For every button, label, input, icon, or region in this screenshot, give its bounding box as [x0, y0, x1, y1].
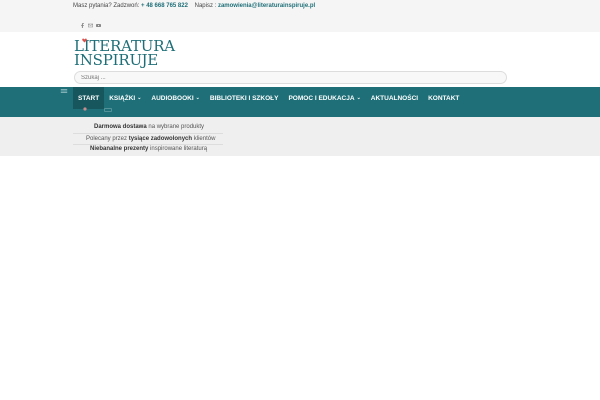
- nav-item-start[interactable]: START: [73, 87, 105, 109]
- site-header: LITERATURA INSPIRUJE: [0, 32, 600, 87]
- usp-bold: tysiące zadowolonych: [128, 136, 193, 142]
- facebook-icon[interactable]: [80, 23, 85, 28]
- chevron-down-icon: ⌄: [137, 95, 142, 101]
- usp-pre: Polecany przez: [86, 136, 129, 142]
- nav-item-pomoc-i-edukacja[interactable]: POMOC I EDUKACJA ⌄: [283, 87, 365, 109]
- contact-question: Masz pytania? Zadzwoń:: [73, 3, 140, 9]
- email-link[interactable]: zamowienia@literaturainspiruje.pl: [218, 3, 315, 9]
- nav-item-label: KONTAKT: [428, 94, 460, 102]
- nav-item-label: POMOC I EDUKACJA: [288, 94, 355, 102]
- nav-item-aktualności[interactable]: AKTUALNOŚCI: [366, 87, 423, 109]
- heart-icon: [82, 38, 87, 43]
- social-links: [80, 23, 101, 28]
- nav-item-label: START: [78, 94, 100, 102]
- nav-item-label: BIBLIOTEKI I SZKOŁY: [209, 94, 279, 102]
- pin-icon: [83, 107, 87, 111]
- youtube-icon[interactable]: [96, 23, 101, 28]
- nav-item-książki[interactable]: KSIĄŻKI ⌄: [104, 87, 146, 109]
- nav-item-label: KSIĄŻKI: [109, 94, 136, 102]
- nav-items: START KSIĄŻKI ⌄ AUDIOBOOKI ⌄ BIBLIOTEKI I SZK…: [73, 87, 464, 109]
- nav-item-kontakt[interactable]: KONTAKT: [423, 87, 464, 109]
- usp-text: inspirowane literaturą: [148, 146, 208, 152]
- usp-item: Darmowa dostawa na wybrane produkty: [94, 124, 204, 130]
- usp-text: klientów: [192, 136, 216, 142]
- logo-line-2: INSPIRUJE: [74, 51, 159, 69]
- usp-bold: Darmowa dostawa: [94, 124, 147, 130]
- usp-divider: [73, 144, 223, 145]
- main-nav: START KSIĄŻKI ⌄ AUDIOBOOKI ⌄ BIBLIOTEKI I SZK…: [0, 87, 600, 117]
- top-bar: Masz pytania? Zadzwoń: + 48 668 765 822 …: [0, 0, 600, 32]
- usp-bar: Darmowa dostawa na wybrane produkty Pole…: [0, 117, 600, 156]
- mail-icon[interactable]: [88, 23, 93, 28]
- nav-item-label: AUDIOBOOKI: [151, 94, 194, 102]
- usp-item: Polecany przez tysiące zadowolonych klie…: [86, 136, 215, 142]
- cart-icon[interactable]: [104, 108, 112, 112]
- nav-item-biblioteki-i-szkoły[interactable]: BIBLIOTEKI I SZKOŁY: [205, 87, 284, 109]
- usp-text: na wybrane produkty: [146, 124, 205, 130]
- nav-item-label: AKTUALNOŚCI: [370, 94, 419, 102]
- write-label: Napisz :: [194, 3, 217, 9]
- usp-bold: Niebanalne prezenty: [90, 146, 149, 152]
- site-logo[interactable]: LITERATURA INSPIRUJE: [74, 37, 175, 69]
- contact-line: Masz pytania? Zadzwoń: + 48 668 765 822 …: [73, 3, 315, 9]
- phone-link[interactable]: + 48 668 765 822: [141, 3, 188, 9]
- nav-item-audiobooki[interactable]: AUDIOBOOKI ⌄: [146, 87, 204, 109]
- usp-item: Niebanalne prezenty inspirowane literatu…: [90, 146, 207, 152]
- usp-divider: [73, 133, 223, 134]
- chevron-down-icon: ⌄: [356, 95, 361, 101]
- search-input[interactable]: [74, 71, 507, 84]
- menu-icon[interactable]: [60, 87, 68, 95]
- chevron-down-icon: ⌄: [195, 95, 200, 101]
